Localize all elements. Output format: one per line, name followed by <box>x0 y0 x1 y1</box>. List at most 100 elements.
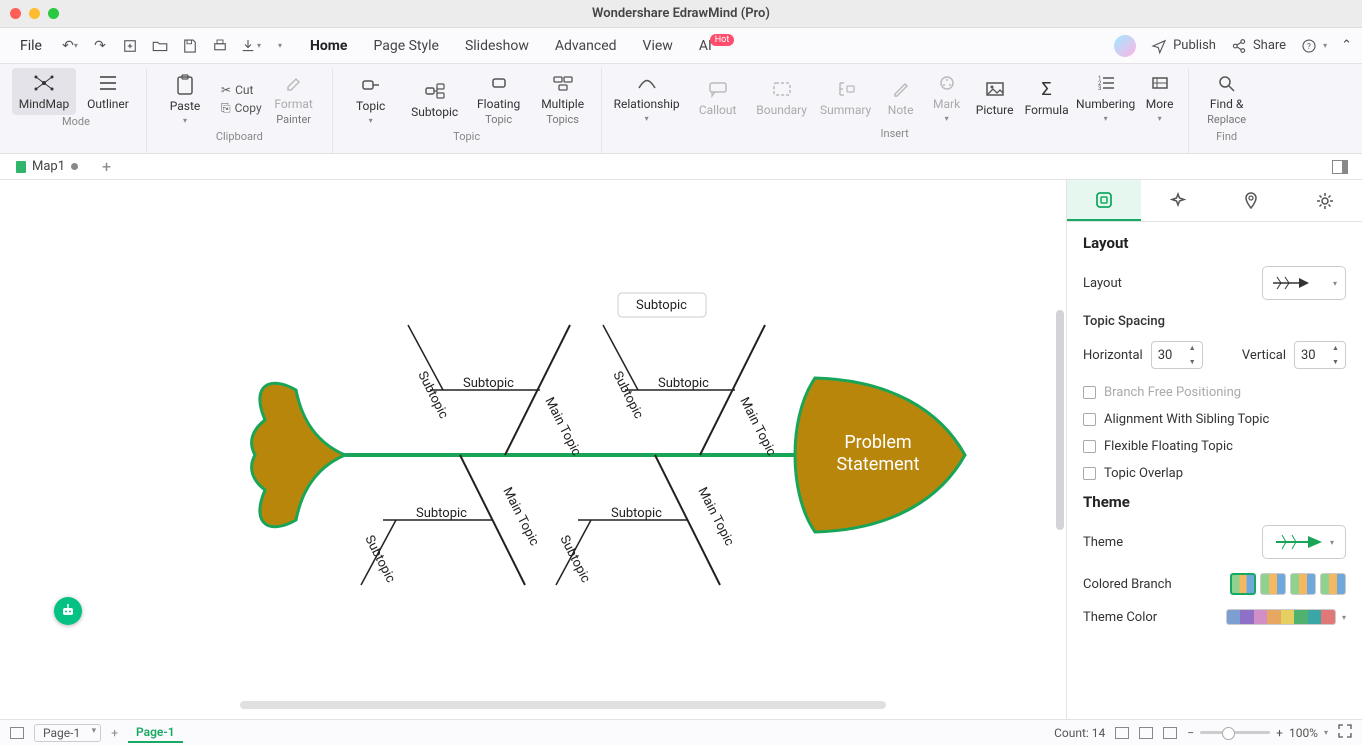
theme-select[interactable]: ▾ <box>1262 525 1346 559</box>
note-button[interactable]: Note <box>878 68 924 127</box>
vertical-spinner[interactable]: 30▲▼ <box>1294 341 1346 369</box>
picture-button[interactable]: Picture <box>970 68 1020 127</box>
callout-button[interactable]: Callout <box>686 68 750 127</box>
cut-button[interactable]: ✂Cut <box>221 83 262 97</box>
sp-tab-map[interactable] <box>1215 180 1289 221</box>
mark-button[interactable]: Mark▾ <box>924 68 970 127</box>
undo-button[interactable]: ↶▾ <box>58 34 82 58</box>
main-topic-upper-1[interactable]: Main Topic Subtopic Subtopic <box>408 325 584 459</box>
topic-overlap-checkbox[interactable]: Topic Overlap <box>1083 466 1346 481</box>
svg-text:Main Topic: Main Topic <box>499 485 541 549</box>
copy-button[interactable]: ⎘Copy <box>221 101 262 116</box>
view-mode-1-icon[interactable] <box>1115 727 1129 739</box>
horizontal-scrollbar[interactable] <box>240 701 886 709</box>
doc-tab-map1[interactable]: Map1 <box>8 157 86 176</box>
file-menu[interactable]: File <box>10 34 52 58</box>
paste-button[interactable]: Paste▾ <box>153 68 217 130</box>
tab-page-style[interactable]: Page Style <box>369 32 442 60</box>
palette-option-3[interactable] <box>1290 573 1316 595</box>
find-replace-button[interactable]: Find &Replace <box>1195 68 1259 130</box>
mark-label: Mark <box>933 97 960 111</box>
export-button[interactable]: ▾ <box>238 34 262 58</box>
tab-home[interactable]: Home <box>306 32 351 60</box>
palette-option-4[interactable] <box>1320 573 1346 595</box>
picture-icon <box>985 78 1005 100</box>
align-sibling-checkbox[interactable]: Alignment With Sibling Topic <box>1083 412 1346 427</box>
toggle-side-panel-button[interactable] <box>1332 160 1348 174</box>
zoom-dropdown[interactable]: ▾ <box>1324 728 1328 737</box>
redo-button[interactable]: ↷ <box>88 34 112 58</box>
subtopic-label-u1a[interactable]: Subtopic <box>463 376 514 391</box>
pages-panel-icon[interactable] <box>10 727 24 739</box>
subtopic-label-u2a[interactable]: Subtopic <box>658 376 709 391</box>
view-mode-3-icon[interactable] <box>1163 727 1177 739</box>
qat-dropdown[interactable]: ▾ <box>268 34 292 58</box>
main-topic-lower-1[interactable]: Main Topic Subtopic Subtopic <box>361 455 542 585</box>
new-button[interactable] <box>118 34 142 58</box>
sp-tab-style[interactable] <box>1141 180 1215 221</box>
palette-option-1[interactable] <box>1230 573 1256 595</box>
topic-icon <box>360 74 382 96</box>
relationship-icon <box>635 72 659 94</box>
subtopic-button[interactable]: Subtopic <box>403 68 467 130</box>
help-button[interactable]: ?▾ <box>1300 37 1327 55</box>
main-topic-upper-2[interactable]: Main Topic Subtopic <box>603 325 779 459</box>
add-doc-button[interactable]: + <box>96 157 117 176</box>
sp-tab-settings[interactable] <box>1288 180 1362 221</box>
boundary-button[interactable]: Boundary <box>750 68 814 127</box>
subtopic-label-u2b[interactable]: Subtopic <box>609 369 646 421</box>
page-dropdown[interactable]: Page-1 <box>34 724 101 742</box>
summary-button[interactable]: Summary <box>814 68 878 127</box>
tab-advanced[interactable]: Advanced <box>551 32 621 60</box>
tab-view[interactable]: View <box>639 32 677 60</box>
subtopic-upper-2-top[interactable]: Subtopic <box>618 293 760 345</box>
subtopic-label-l1b[interactable]: Subtopic <box>361 533 398 585</box>
outliner-mode-button[interactable]: Outliner <box>76 68 140 115</box>
formula-button[interactable]: ΣFormula <box>1020 68 1074 127</box>
sp-tab-layout[interactable] <box>1067 180 1141 221</box>
subtopic-label-l1a[interactable]: Subtopic <box>416 506 467 521</box>
tab-ai[interactable]: AIHot <box>695 32 740 60</box>
subtopic-label-u1b[interactable]: Subtopic <box>414 369 451 421</box>
format-painter-button[interactable]: FormatPainter <box>262 68 326 130</box>
mindmap-mode-button[interactable]: MindMap <box>12 68 76 115</box>
floating-topic-button[interactable]: FloatingTopic <box>467 68 531 130</box>
open-button[interactable] <box>148 34 172 58</box>
page-tab[interactable]: Page-1 <box>128 723 183 743</box>
count-label: Count: 14 <box>1054 726 1105 740</box>
avatar[interactable] <box>1114 35 1136 57</box>
vertical-scrollbar[interactable] <box>1056 310 1064 530</box>
add-page-button[interactable]: + <box>111 726 118 740</box>
palette-option-2[interactable] <box>1260 573 1286 595</box>
tab-slideshow[interactable]: Slideshow <box>461 32 533 60</box>
ribbon: MindMap Outliner Mode Paste▾ ✂Cut ⎘Copy … <box>0 64 1362 154</box>
subtopic-label-l2a[interactable]: Subtopic <box>611 506 662 521</box>
subtopic-label-l2b[interactable]: Subtopic <box>556 533 593 585</box>
more-label: More <box>1146 97 1174 111</box>
print-button[interactable] <box>208 34 232 58</box>
view-mode-2-icon[interactable] <box>1139 727 1153 739</box>
main-topic-lower-2[interactable]: Main Topic Subtopic Subtopic <box>556 455 737 585</box>
numbering-button[interactable]: 123Numbering▾ <box>1074 68 1138 127</box>
share-button[interactable]: Share <box>1230 37 1286 55</box>
topic-button[interactable]: Topic▾ <box>339 68 403 130</box>
zoom-slider[interactable] <box>1200 731 1270 734</box>
group-label-topic: Topic <box>453 130 480 146</box>
assistant-fab[interactable] <box>54 597 82 625</box>
collapse-ribbon-button[interactable]: ⌃ <box>1341 38 1352 53</box>
publish-button[interactable]: Publish <box>1150 37 1216 55</box>
save-button[interactable] <box>178 34 202 58</box>
more-button[interactable]: More▾ <box>1138 68 1182 127</box>
horizontal-spinner[interactable]: 30▲▼ <box>1151 341 1203 369</box>
fullscreen-button[interactable] <box>1338 724 1352 741</box>
horizontal-label: Horizontal <box>1083 348 1143 363</box>
note-icon <box>891 78 911 100</box>
theme-color-bar[interactable] <box>1226 609 1336 625</box>
zoom-in-button[interactable]: + <box>1276 726 1283 740</box>
canvas[interactable]: Problem Statement Main Topic Subtopic Su… <box>0 180 1066 719</box>
relationship-button[interactable]: Relationship▾ <box>608 68 686 127</box>
multiple-topics-button[interactable]: MultipleTopics <box>531 68 595 130</box>
layout-select[interactable]: ▾ <box>1262 266 1346 300</box>
zoom-out-button[interactable]: − <box>1187 726 1194 740</box>
flexible-floating-checkbox[interactable]: Flexible Floating Topic <box>1083 439 1346 454</box>
